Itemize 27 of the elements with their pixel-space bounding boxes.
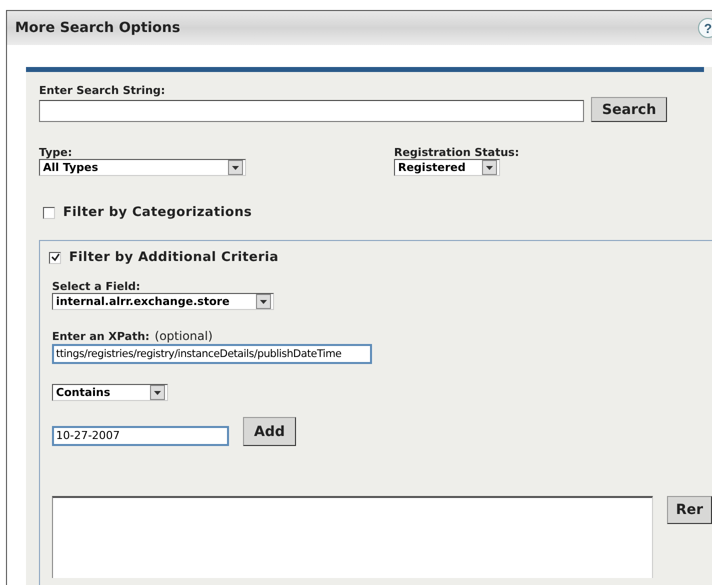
checkbox-label: Filter by Additional Criteria — [69, 250, 279, 265]
caret-icon — [232, 166, 239, 170]
field-dropdown[interactable]: internal.alrr.exchange.store — [52, 293, 274, 310]
search-button[interactable]: Search — [591, 97, 668, 122]
type-dropdown[interactable]: All Types — [39, 159, 246, 176]
checkbox[interactable] — [43, 206, 55, 218]
operator-dropdown[interactable]: Contains — [52, 384, 168, 401]
remove-button[interactable]: Rer — [666, 496, 712, 524]
status-dropdown[interactable]: Registered — [394, 159, 500, 176]
add-button[interactable]: Add — [243, 417, 296, 446]
field-label: Enter an XPath: — [52, 330, 150, 343]
field-label: Select a Field: — [52, 280, 142, 293]
checkbox[interactable] — [49, 252, 61, 264]
field-label: Type: — [39, 146, 74, 159]
criteria-list[interactable] — [52, 496, 653, 578]
caret-icon — [260, 300, 267, 304]
search-field[interactable] — [39, 100, 584, 122]
hint-text: (optional) — [154, 329, 213, 343]
field-label: Enter Search String: — [39, 84, 166, 97]
window-title: More Search Options — [15, 20, 180, 36]
checkbox-label: Filter by Categorizations — [63, 205, 252, 220]
field-label: Registration Status: — [394, 146, 520, 159]
caret-icon — [486, 166, 493, 170]
xpath-field[interactable]: ttings/registries/registry/instanceDetails/publishDateTime — [52, 344, 372, 364]
help-button[interactable]: ? — [698, 18, 712, 38]
caret-icon — [154, 390, 161, 394]
value-field[interactable]: 10-27-2007 — [52, 426, 229, 446]
